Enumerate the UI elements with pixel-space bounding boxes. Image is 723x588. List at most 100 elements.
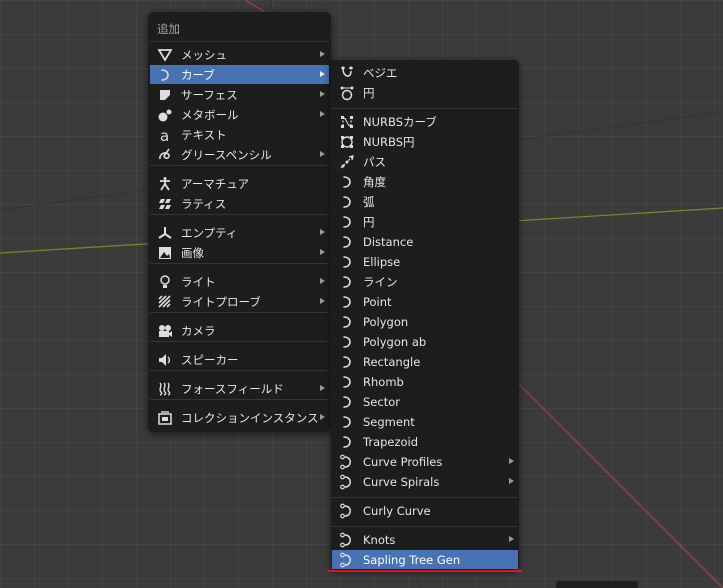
curve-icon — [339, 174, 355, 190]
add-menu-title: 追加 — [157, 22, 180, 36]
submenu-arrow-icon — [320, 385, 325, 391]
menu-separator — [150, 165, 329, 166]
curve_menu-item[interactable]: Polygon — [332, 312, 518, 331]
svg-text:a: a — [160, 127, 169, 143]
submenu-arrow-icon — [509, 478, 514, 484]
path-icon — [339, 154, 355, 170]
bezier-icon — [339, 65, 355, 81]
nurbs-curve-icon — [339, 114, 355, 130]
submenu-arrow-icon — [320, 229, 325, 235]
add_menu-item-label: コレクションインスタンス — [181, 410, 319, 425]
add_menu-item[interactable]: アーマチュア — [150, 174, 329, 193]
submenu-arrow-icon — [320, 51, 325, 57]
submenu-arrow-icon — [509, 536, 514, 542]
curve-data-icon — [339, 532, 355, 548]
curve-data-icon — [339, 474, 355, 490]
add_menu-item[interactable]: カーブ — [150, 65, 329, 84]
curve-icon — [339, 234, 355, 250]
add_menu-item[interactable]: a テキスト — [150, 125, 329, 144]
curve-submenu: ベジエ円 NURBSカーブ NURBS円 パス 角度弧円 Distance Ellipse ラ… — [331, 60, 519, 570]
speaker-icon — [157, 352, 173, 368]
curve-icon — [339, 294, 355, 310]
menu-separator — [150, 41, 329, 42]
curve_menu-item-label: 角度 — [363, 174, 386, 189]
submenu-arrow-icon — [509, 458, 514, 464]
add_menu-item[interactable]: スピーカー — [150, 350, 329, 369]
curve-data-icon — [339, 454, 355, 470]
curve_menu-item[interactable]: Distance — [332, 232, 518, 251]
add_menu-item[interactable]: カメラ — [150, 321, 329, 340]
light-probe-icon — [157, 294, 173, 310]
add_menu-item[interactable]: ライト — [150, 272, 329, 291]
curve_menu-item[interactable]: Curly Curve — [332, 501, 518, 520]
add_menu-item-label: テキスト — [181, 127, 227, 142]
curve_menu-item[interactable]: Point — [332, 292, 518, 311]
add_menu-item-label: ラティス — [181, 196, 227, 211]
curve_menu-item-label: Segment — [363, 414, 415, 429]
curve_menu-item-label: Trapezoid — [363, 434, 419, 449]
add_menu-item[interactable]: エンプティ — [150, 223, 329, 242]
add_menu-item[interactable]: 画像 — [150, 243, 329, 262]
lattice-icon — [157, 196, 173, 212]
curve_menu-item-label: Ellipse — [363, 254, 401, 269]
add_menu-item-label: メッシュ — [181, 47, 227, 62]
curve-icon — [339, 274, 355, 290]
add_menu-item[interactable]: フォースフィールド — [150, 379, 329, 398]
curve_menu-item[interactable]: Polygon ab — [332, 332, 518, 351]
curve_menu-item-label: ベジエ — [363, 65, 398, 80]
add_menu-item-label: フォースフィールド — [181, 381, 284, 396]
curve_menu-item[interactable]: Sapling Tree Gen — [332, 550, 518, 569]
curve_menu-item[interactable]: NURBSカーブ — [332, 112, 518, 131]
menu-separator — [150, 399, 329, 400]
menu-separator — [332, 497, 518, 498]
curve_menu-item[interactable]: Knots — [332, 530, 518, 549]
curve_menu-item-label: パス — [363, 154, 386, 169]
curve_menu-item-label: Point — [363, 294, 392, 309]
curve_menu-item[interactable]: NURBS円 — [332, 132, 518, 151]
submenu-arrow-icon — [320, 249, 325, 255]
add_menu-item[interactable]: サーフェス — [150, 85, 329, 104]
bottom-panel-edge — [556, 581, 638, 588]
image-icon — [157, 245, 173, 261]
submenu-arrow-icon — [320, 111, 325, 117]
curve_menu-item-label: 円 — [363, 85, 375, 100]
add_menu-item[interactable]: メッシュ — [150, 45, 329, 64]
curve_menu-item[interactable]: Curve Profiles — [332, 452, 518, 471]
add_menu-item-label: グリースペンシル — [181, 147, 272, 162]
curve_menu-item[interactable]: Segment — [332, 412, 518, 431]
curve_menu-item[interactable]: Rhomb — [332, 372, 518, 391]
armature-icon — [157, 176, 173, 192]
curve_menu-item[interactable]: ライン — [332, 272, 518, 291]
curve_menu-item[interactable]: 円 — [332, 83, 518, 102]
add_menu-item-label: カメラ — [181, 323, 216, 338]
curve_menu-item-label: Curve Spirals — [363, 474, 440, 489]
curve_menu-item[interactable]: 弧 — [332, 192, 518, 211]
curve_menu-item[interactable]: Trapezoid — [332, 432, 518, 451]
add_menu-item[interactable]: メタボール — [150, 105, 329, 124]
menu-separator — [150, 370, 329, 371]
highlight-underline — [328, 570, 522, 572]
curve_menu-item[interactable]: Rectangle — [332, 352, 518, 371]
curve_menu-item[interactable]: Ellipse — [332, 252, 518, 271]
add_menu-item[interactable]: ライトプローブ — [150, 292, 329, 311]
curve_menu-item[interactable]: Sector — [332, 392, 518, 411]
curve_menu-item[interactable]: 角度 — [332, 172, 518, 191]
force-field-icon — [157, 381, 173, 397]
curve-icon — [339, 334, 355, 350]
curve_menu-item-label: 円 — [363, 214, 375, 229]
add_menu-item[interactable]: ラティス — [150, 194, 329, 213]
metaball-icon — [157, 107, 173, 123]
curve-icon — [339, 374, 355, 390]
curve_menu-item[interactable]: ベジエ — [332, 63, 518, 82]
add_menu-item[interactable]: グリースペンシル — [150, 145, 329, 164]
curve_menu-item[interactable]: Curve Spirals — [332, 472, 518, 491]
add_menu-item[interactable]: コレクションインスタンス — [150, 408, 329, 427]
curve_menu-item-label: NURBS円 — [363, 134, 415, 149]
curve_menu-item[interactable]: パス — [332, 152, 518, 171]
curve_menu-item[interactable]: 円 — [332, 212, 518, 231]
add_menu-item-label: ライト — [181, 274, 216, 289]
curve_menu-item-label: Distance — [363, 234, 414, 249]
add_menu-item-label: 画像 — [181, 245, 204, 260]
curve_menu-item-label: Polygon ab — [363, 334, 427, 349]
add_menu-item-label: サーフェス — [181, 87, 238, 102]
